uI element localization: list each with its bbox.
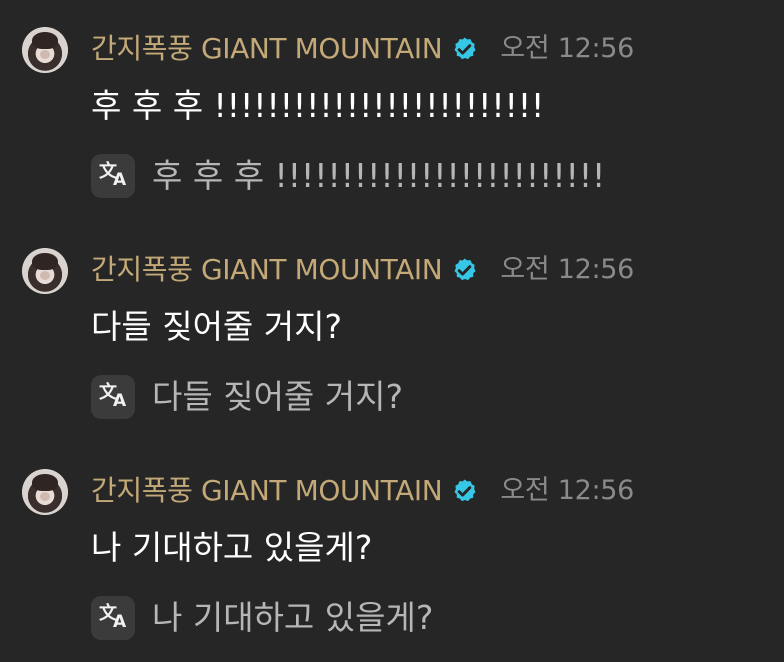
translation-row: 文A 후 후 후 !!!!!!!!!!!!!!!!!!!!!!!!! bbox=[91, 154, 606, 198]
message-text: 후 후 후 !!!!!!!!!!!!!!!!!!!!!!!!! bbox=[91, 86, 545, 125]
translated-message-text: 후 후 후 !!!!!!!!!!!!!!!!!!!!!!!!! bbox=[152, 156, 606, 195]
translated-message-text: 나 기대하고 있을게? bbox=[152, 598, 434, 637]
message-text: 다들 짖어줄 거지? bbox=[91, 307, 343, 346]
message-timestamp: 오전 12:56 bbox=[500, 33, 635, 64]
message-text: 나 기대하고 있을게? bbox=[91, 528, 373, 567]
translate-icon[interactable]: 文A bbox=[91, 154, 135, 198]
translate-icon[interactable]: 文A bbox=[91, 596, 135, 640]
translate-icon[interactable]: 文A bbox=[91, 375, 135, 419]
verified-check-icon bbox=[454, 257, 476, 280]
user-avatar[interactable] bbox=[22, 469, 68, 515]
user-avatar[interactable] bbox=[22, 248, 68, 294]
author-name[interactable]: 간지폭풍 GIANT MOUNTAIN bbox=[91, 250, 443, 290]
verified-check-icon bbox=[454, 36, 476, 59]
author-name[interactable]: 간지폭풍 GIANT MOUNTAIN bbox=[91, 471, 443, 511]
author-name[interactable]: 간지폭풍 GIANT MOUNTAIN bbox=[91, 29, 443, 69]
translation-row: 文A 나 기대하고 있을게? bbox=[91, 596, 434, 640]
message-header: 간지폭풍 GIANT MOUNTAIN 오전 12:56 bbox=[91, 250, 634, 290]
message-timestamp: 오전 12:56 bbox=[500, 254, 635, 285]
user-avatar[interactable] bbox=[22, 27, 68, 73]
message-timestamp: 오전 12:56 bbox=[500, 475, 635, 506]
message-header: 간지폭풍 GIANT MOUNTAIN 오전 12:56 bbox=[91, 471, 634, 511]
verified-check-icon bbox=[454, 478, 476, 501]
translated-message-text: 다들 짖어줄 거지? bbox=[152, 377, 404, 416]
message-header: 간지폭풍 GIANT MOUNTAIN 오전 12:56 bbox=[91, 29, 634, 69]
translation-row: 文A 다들 짖어줄 거지? bbox=[91, 375, 404, 419]
